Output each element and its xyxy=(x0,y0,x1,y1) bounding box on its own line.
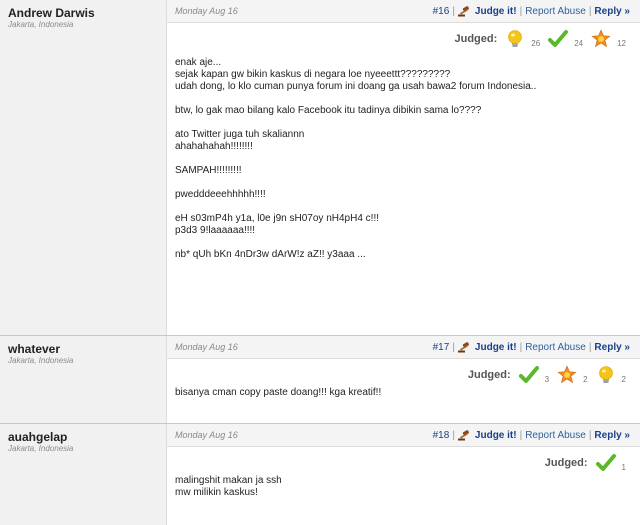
separator: | xyxy=(588,429,592,441)
separator: | xyxy=(588,341,592,353)
gavel-icon[interactable] xyxy=(457,341,472,353)
separator: | xyxy=(519,5,523,17)
gavel-icon[interactable] xyxy=(457,429,472,441)
comment-date: Monday Aug 16 xyxy=(175,6,238,16)
comment-text-content: bisanya cman copy paste doang!!! kga kre… xyxy=(175,387,382,398)
comment-body: Monday Aug 16 #17 | Judge it! | Report A… xyxy=(167,336,640,423)
comment: Andrew Darwis Jakarta, Indonesia Monday … xyxy=(0,0,640,335)
judgement-count: 2 xyxy=(583,375,588,384)
comment-date: Monday Aug 16 xyxy=(175,430,238,440)
comment-actions: #16 | Judge it! | Report Abuse | Reply » xyxy=(433,6,630,17)
author-location: Jakarta, Indonesia xyxy=(8,20,74,29)
comment-number[interactable]: #17 xyxy=(433,342,450,353)
checkmark-icon[interactable] xyxy=(595,453,616,473)
comment-meta-bar: Monday Aug 16 #16 | Judge it! | Report A… xyxy=(167,0,640,23)
author-panel: auahgelap Jakarta, Indonesia xyxy=(0,424,167,525)
judged-row: Judged: 1 xyxy=(167,447,640,473)
judge-it-link[interactable]: Judge it! xyxy=(475,342,517,353)
report-abuse-link[interactable]: Report Abuse xyxy=(525,6,586,17)
author-name[interactable]: Andrew Darwis xyxy=(8,6,166,20)
lightbulb-icon[interactable] xyxy=(505,29,525,49)
comment-list: Andrew Darwis Jakarta, Indonesia Monday … xyxy=(0,0,640,525)
reply-link[interactable]: Reply » xyxy=(594,430,630,441)
comment-date: Monday Aug 16 xyxy=(175,342,238,352)
comment-text: malingshit makan ja ssh mw milikin kasku… xyxy=(167,473,640,499)
judged-label: Judged: xyxy=(467,369,511,381)
author-name[interactable]: auahgelap xyxy=(8,430,166,444)
judgement-count: 12 xyxy=(617,39,626,48)
author-panel: Andrew Darwis Jakarta, Indonesia xyxy=(0,0,167,335)
star-icon[interactable] xyxy=(557,365,577,385)
comment-text: enak aje... sejak kapan gw bikin kaskus … xyxy=(167,49,640,261)
reply-link[interactable]: Reply » xyxy=(594,6,630,17)
comment-actions: #18 | Judge it! | Report Abuse | Reply » xyxy=(433,430,630,441)
author-location: Jakarta, Indonesia xyxy=(8,356,74,365)
separator: | xyxy=(588,5,592,17)
lightbulb-icon[interactable] xyxy=(596,365,616,385)
checkmark-icon[interactable] xyxy=(548,29,569,49)
comment-actions: #17 | Judge it! | Report Abuse | Reply » xyxy=(433,342,630,353)
checkmark-icon[interactable] xyxy=(518,365,539,385)
judgement-count: 26 xyxy=(531,39,541,48)
star-icon[interactable] xyxy=(591,29,611,49)
comment: whatever Jakarta, Indonesia Monday Aug 1… xyxy=(0,335,640,423)
judgement-count: 2 xyxy=(621,375,626,384)
comment-text-content: malingshit makan ja ssh mw milikin kasku… xyxy=(175,475,282,498)
separator: | xyxy=(519,429,523,441)
comment-number[interactable]: #16 xyxy=(433,6,450,17)
judgement-count: 3 xyxy=(544,375,550,384)
gavel-icon[interactable] xyxy=(457,5,472,17)
judgement-count: 1 xyxy=(621,463,626,472)
separator: | xyxy=(519,341,523,353)
author-name[interactable]: whatever xyxy=(8,342,166,356)
comment: auahgelap Jakarta, Indonesia Monday Aug … xyxy=(0,423,640,525)
judged-label: Judged: xyxy=(544,457,588,469)
comment-body: Monday Aug 16 #18 | Judge it! | Report A… xyxy=(167,424,640,525)
judge-it-link[interactable]: Judge it! xyxy=(475,6,517,17)
judge-it-link[interactable]: Judge it! xyxy=(475,430,517,441)
report-abuse-link[interactable]: Report Abuse xyxy=(525,342,586,353)
report-abuse-link[interactable]: Report Abuse xyxy=(525,430,586,441)
author-panel: whatever Jakarta, Indonesia xyxy=(0,336,167,423)
comment-body: Monday Aug 16 #16 | Judge it! | Report A… xyxy=(167,0,640,335)
separator: | xyxy=(452,5,455,17)
comment-text: bisanya cman copy paste doang!!! kga kre… xyxy=(167,385,640,399)
reply-link[interactable]: Reply » xyxy=(594,342,630,353)
comment-number[interactable]: #18 xyxy=(433,430,450,441)
judged-row: Judged: 26 24 12 xyxy=(167,23,640,49)
judged-label: Judged: xyxy=(454,33,498,45)
separator: | xyxy=(452,429,455,441)
author-location: Jakarta, Indonesia xyxy=(8,444,74,453)
judged-row: Judged: 3 2 2 xyxy=(167,359,640,385)
judgement-count: 24 xyxy=(574,39,584,48)
comment-meta-bar: Monday Aug 16 #18 | Judge it! | Report A… xyxy=(167,424,640,447)
comment-text-content: enak aje... sejak kapan gw bikin kaskus … xyxy=(175,57,537,260)
comment-meta-bar: Monday Aug 16 #17 | Judge it! | Report A… xyxy=(167,336,640,359)
separator: | xyxy=(452,341,455,353)
